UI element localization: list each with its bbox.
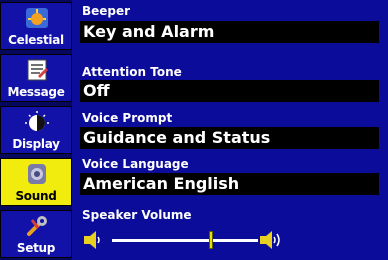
celestial-icon [26, 8, 48, 28]
tab-label: Celestial [8, 33, 64, 47]
tab-label: Display [12, 137, 60, 151]
message-icon [27, 59, 48, 81]
tab-label: Message [7, 85, 65, 99]
voice-language-field[interactable]: American English [80, 173, 379, 195]
setup-icon [27, 216, 47, 236]
sound-icon [28, 164, 46, 184]
attention-tone-field[interactable]: Off [80, 80, 379, 102]
tab-label: Setup [16, 241, 56, 255]
tab-sound[interactable]: Sound [0, 158, 72, 206]
tab-celestial[interactable]: Celestial [0, 2, 72, 50]
sound-settings-screen: Celestial Message Display Sound Setup Be… [0, 0, 388, 260]
volume-knob[interactable] [209, 231, 214, 249]
volume-track[interactable] [112, 239, 258, 242]
settings-panel: Beeper Key and Alarm Attention Tone Off … [72, 0, 388, 260]
beeper-field[interactable]: Key and Alarm [80, 21, 379, 43]
tab-message[interactable]: Message [0, 54, 72, 102]
voice-prompt-field[interactable]: Guidance and Status [80, 127, 379, 149]
attention-tone-label: Attention Tone [82, 65, 182, 79]
speaker-volume-label: Speaker Volume [82, 208, 192, 222]
beeper-label: Beeper [82, 4, 131, 18]
sidebar: Celestial Message Display Sound Setup [0, 0, 72, 260]
speaker-high-icon [260, 231, 280, 249]
tab-label: Sound [15, 189, 57, 203]
tab-display[interactable]: Display [0, 106, 72, 154]
voice-language-label: Voice Language [82, 157, 189, 171]
speaker-volume-slider[interactable] [82, 228, 382, 252]
speaker-low-icon [84, 231, 100, 249]
voice-prompt-label: Voice Prompt [82, 111, 173, 125]
display-icon [25, 111, 49, 131]
tab-setup[interactable]: Setup [0, 210, 72, 258]
